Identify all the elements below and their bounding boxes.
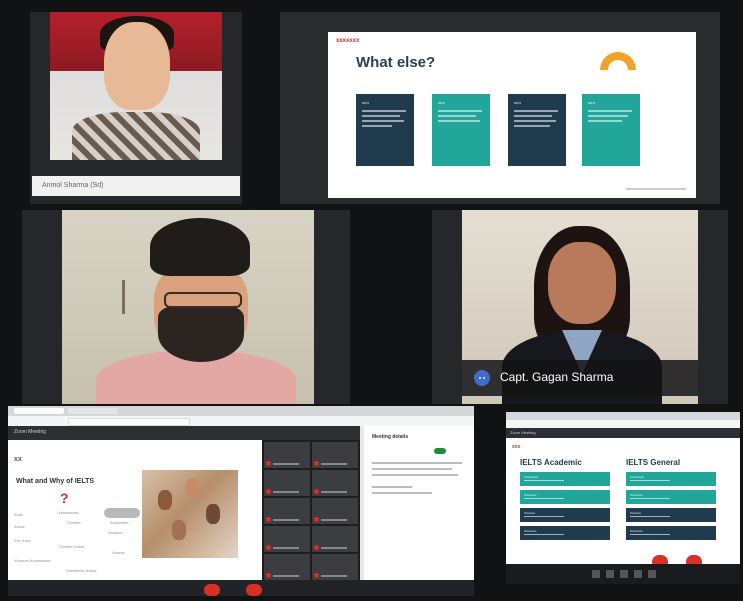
ielts-brand: xxx (512, 444, 521, 450)
gallery-cell[interactable] (312, 498, 358, 524)
participant-glasses (164, 292, 242, 308)
participant-beard (158, 306, 244, 362)
share-chip: Xxxxx (14, 524, 25, 529)
share-brand: xx (14, 456, 22, 463)
participant-name: Anmol Sharma (Sd) (42, 182, 104, 189)
gallery-cell[interactable] (264, 498, 310, 524)
browser-tab[interactable] (14, 408, 64, 414)
gallery-cell[interactable] (312, 554, 358, 580)
meeting-details-panel: Meeting details (364, 426, 474, 580)
share-chip: Xxxxxx (112, 550, 125, 555)
share-question: What and Why of IELTS (16, 478, 95, 485)
participant-face (104, 22, 170, 110)
gallery-cell[interactable] (312, 470, 358, 496)
presentation-slide: xxxxxxx What else? xx:x xx:x xx:x xx:x (328, 32, 696, 198)
gallery-cell[interactable] (312, 442, 358, 468)
gallery-cell[interactable] (264, 526, 310, 552)
slide-card: xx:x (356, 94, 414, 166)
share-pill (104, 508, 140, 518)
participant-video (50, 12, 222, 160)
share-chip: Xxxxxxx Xxxxxxxxxx (14, 558, 51, 563)
slide-card: xx:x (508, 94, 566, 166)
ielts-general-box: Xxxxxxxx (626, 526, 716, 540)
panel-toggle[interactable] (434, 448, 446, 454)
wall-lamp (122, 280, 125, 314)
share-chip: Xxxxxxxxx (110, 520, 129, 525)
ielts-general-title: IELTS General (626, 458, 681, 467)
meeting-title-bar: Zoom Meeting (8, 426, 360, 440)
gallery-cell[interactable] (264, 554, 310, 580)
participant-name-bar: Anmol Sharma (Sd) (32, 176, 240, 196)
slide-footer (626, 188, 686, 190)
slide-card: xx:x (582, 94, 640, 166)
share-chip: Xxxxxx (68, 520, 81, 525)
end-call-button[interactable] (204, 584, 220, 596)
browser-address-bar[interactable] (506, 420, 740, 428)
screen-share-slide-tile[interactable]: xxxxxxx What else? xx:x xx:x xx:x xx:x (280, 12, 720, 204)
taskbar-app-icon[interactable] (620, 570, 628, 578)
browser-address-bar[interactable] (8, 416, 474, 426)
meeting-screen-share-tile[interactable]: Zoom Meeting xx What and Why of IELTS ? … (8, 406, 474, 596)
share-chip: Xxxx (14, 512, 23, 517)
ielts-general-box: Xxxxxxx (626, 508, 716, 522)
participant-tile-4[interactable]: Capt. Gagan Sharma (432, 210, 728, 404)
participant-tile-3[interactable] (22, 210, 350, 404)
share-chip: Xxxxxx Xxxxx (60, 544, 85, 549)
shared-slide: xx What and Why of IELTS ? Xxxx Xxxxxxxx… (8, 440, 262, 580)
ielts-screen-share-tile[interactable]: Zoom Meeting xxx IELTS Academic IELTS Ge… (506, 412, 740, 584)
ielts-academic-box: Xxxxxxxxx (520, 472, 610, 486)
participant-name-bar: Capt. Gagan Sharma (462, 360, 698, 396)
avatar-dots-icon (474, 370, 490, 386)
card-title: xx:x (514, 100, 522, 105)
meeting-controls-bar (8, 580, 474, 596)
participant-video (62, 210, 314, 404)
slide-card: xx:x (432, 94, 490, 166)
participant-face (548, 242, 616, 324)
gallery-cell[interactable] (312, 526, 358, 552)
share-chip: Xxxxxxxxxx (58, 510, 79, 515)
participant-gallery (262, 440, 360, 580)
gallery-cell[interactable] (264, 442, 310, 468)
card-title: xx:x (588, 100, 596, 105)
leave-button[interactable] (246, 584, 262, 596)
participant-tile-1[interactable]: Anmol Sharma (Sd) (30, 12, 242, 204)
slide-title: What else? (356, 54, 436, 71)
participant-turban (150, 218, 250, 276)
ielts-slide: xxx IELTS Academic IELTS General Xxxxxxx… (506, 438, 740, 564)
meeting-window-title: Zoom Meeting (14, 429, 46, 435)
browser-tab-strip (506, 412, 740, 420)
panel-title: Meeting details (372, 434, 409, 440)
ielts-academic-box: Xxxxxxxx (520, 526, 610, 540)
students-photo (142, 470, 238, 558)
slide-brand: xxxxxxx (336, 38, 360, 44)
taskbar-app-icon[interactable] (634, 570, 642, 578)
card-title: xx:x (362, 100, 370, 105)
taskbar-app-icon[interactable] (648, 570, 656, 578)
ielts-academic-box: Xxxxxxx (520, 508, 610, 522)
meeting-window-title: Zoom Meeting (510, 430, 536, 435)
browser-tab[interactable] (68, 408, 118, 414)
participant-name: Capt. Gagan Sharma (500, 370, 614, 384)
participant-shirt (72, 112, 200, 160)
ielts-academic-box: Xxxxxxxx (520, 490, 610, 504)
share-chip: Xxx Xxxx (14, 538, 31, 543)
ielts-general-box: Xxxxxxxx (626, 490, 716, 504)
taskbar-app-icon[interactable] (592, 570, 600, 578)
meeting-title-bar: Zoom Meeting (506, 428, 740, 438)
question-mark: ? (60, 490, 69, 506)
share-chip: Xxxxxxx (108, 530, 123, 535)
ielts-academic-title: IELTS Academic (520, 458, 582, 467)
ielts-general-box: Xxxxxxxxx (626, 472, 716, 486)
browser-tab-strip (8, 406, 474, 416)
gallery-cell[interactable] (264, 470, 310, 496)
card-title: xx:x (438, 100, 446, 105)
arc-logo-icon (600, 52, 636, 70)
taskbar-app-icon[interactable] (606, 570, 614, 578)
share-chip: Xxxxxxxxx Xxxxx (66, 568, 97, 573)
